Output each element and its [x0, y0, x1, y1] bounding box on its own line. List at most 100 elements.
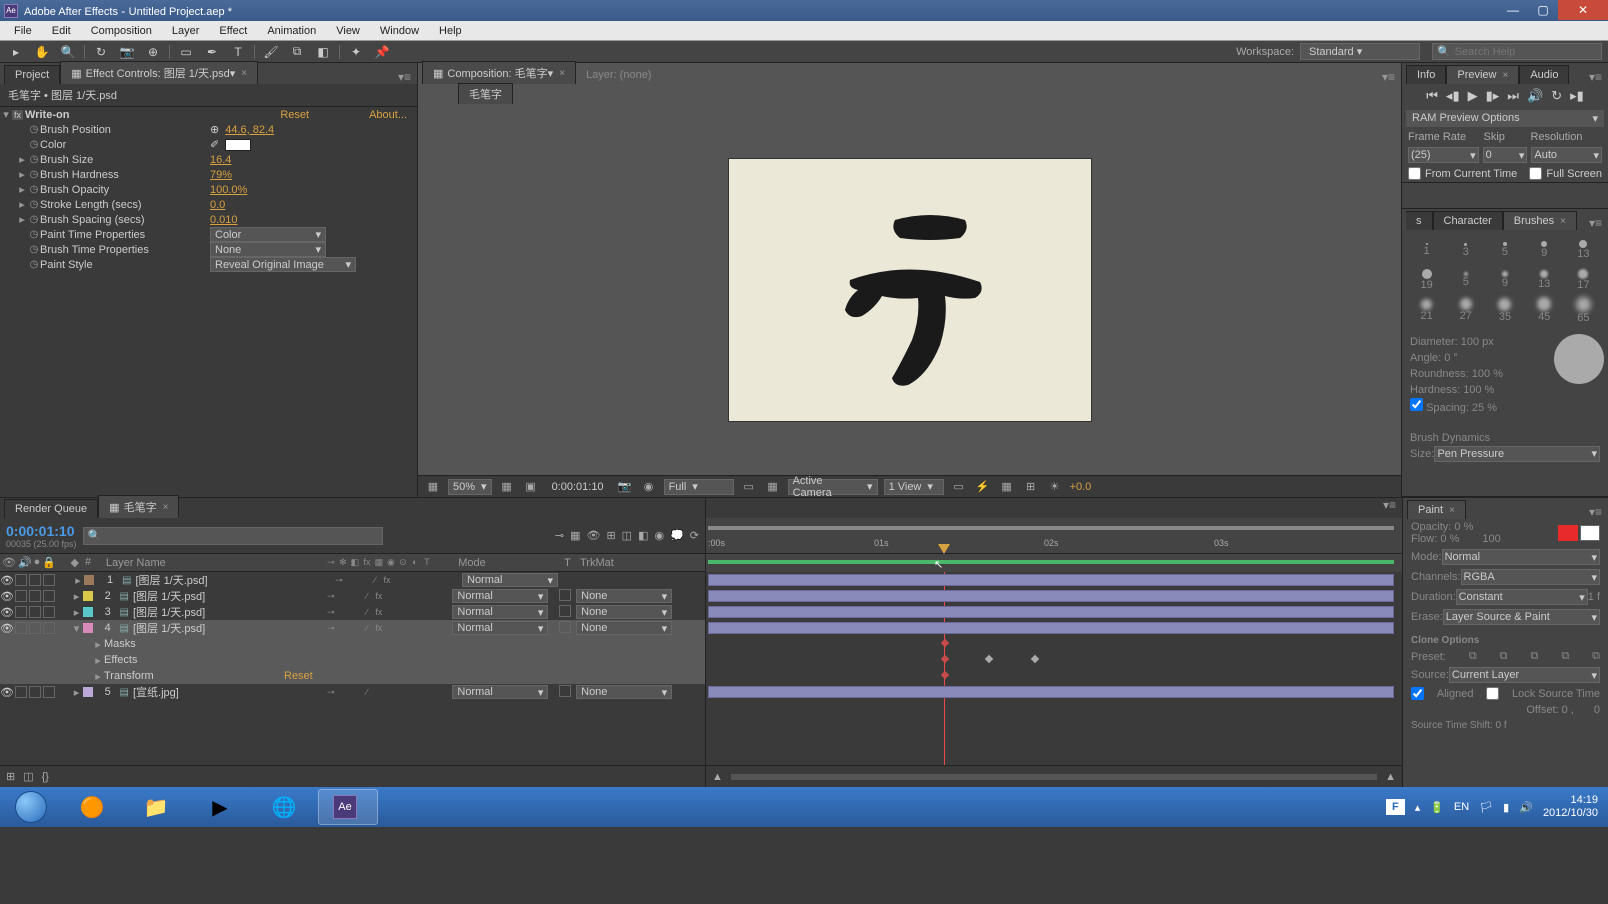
tab-composition[interactable]: ▦ Composition: 毛笔字 ▾× — [422, 61, 576, 84]
stopwatch-icon[interactable]: ◷ — [28, 214, 40, 225]
menu-edit[interactable]: Edit — [42, 25, 81, 37]
time-ruler[interactable]: :00s 01s 02s 03s — [706, 518, 1402, 554]
trkmat-selector[interactable]: None▾ — [576, 589, 672, 603]
zoom-out-icon[interactable]: ▲ — [712, 771, 723, 783]
tl-graph-icon[interactable]: ▦ — [570, 529, 580, 542]
timeline-search[interactable]: 🔍 — [83, 527, 383, 545]
layer-row[interactable]: 👁 ▾ 4 ▤[图层 1/天.psd] ⊸∕fx Normal▾ None▾ — [0, 620, 705, 636]
flowchart-icon[interactable]: ⊞ — [1022, 480, 1040, 493]
keyframe[interactable] — [941, 639, 949, 647]
keyframe[interactable] — [1031, 655, 1039, 663]
channel-icon[interactable]: ◉ — [640, 480, 658, 493]
eyedropper-icon[interactable]: ✐ — [210, 138, 219, 151]
roto-brush-tool-icon[interactable]: ✦ — [346, 43, 366, 61]
camera-tool-icon[interactable]: 📷 — [117, 43, 137, 61]
about-link[interactable]: About... — [369, 109, 407, 121]
brush-time-dropdown[interactable]: None▾ — [210, 242, 326, 257]
tab-info[interactable]: Info — [1406, 65, 1446, 84]
clone-tool-icon[interactable]: ⧉ — [287, 43, 307, 61]
paint-time-dropdown[interactable]: Color▾ — [210, 227, 326, 242]
brush-tool-icon[interactable]: 🖌 — [261, 43, 281, 61]
from-current-time-checkbox[interactable] — [1408, 167, 1421, 180]
blend-mode-selector[interactable]: Normal▾ — [452, 685, 548, 699]
menu-window[interactable]: Window — [370, 25, 429, 37]
exposure-value[interactable]: +0.0 — [1070, 481, 1092, 493]
visibility-toggle[interactable]: 👁 — [0, 606, 14, 619]
twirl-icon[interactable]: ▾ — [0, 108, 12, 121]
trkmat-selector[interactable]: None▾ — [576, 605, 672, 619]
composition-viewer[interactable] — [418, 104, 1401, 475]
layer-transform[interactable]: ▸TransformReset — [0, 668, 705, 684]
selection-tool-icon[interactable]: ▸ — [6, 43, 26, 61]
zoom-slider[interactable] — [731, 774, 1377, 780]
keyframe[interactable] — [941, 671, 949, 679]
stroke-length-value[interactable]: 0.0 — [210, 199, 225, 211]
taskbar-item-media[interactable]: ▶ — [190, 789, 250, 825]
menu-view[interactable]: View — [326, 25, 370, 37]
tab-preview[interactable]: Preview× — [1446, 65, 1519, 84]
help-search[interactable]: 🔍 — [1432, 43, 1602, 60]
timeline-icon[interactable]: ▦ — [998, 480, 1016, 493]
stopwatch-icon[interactable]: ◷ — [28, 124, 40, 135]
fast-preview-icon[interactable]: ⚡ — [974, 480, 992, 493]
tl-tool-icon[interactable]: ◧ — [638, 529, 648, 542]
menu-effect[interactable]: Effect — [209, 25, 257, 37]
erase-selector[interactable]: Layer Source & Paint▾ — [1443, 609, 1600, 625]
tab-layer-none[interactable]: Layer: (none) — [576, 66, 661, 84]
tl-tool-icon[interactable]: ⊸ — [555, 529, 564, 542]
brush-preset[interactable]: 1 — [1408, 236, 1445, 264]
grid-icon[interactable]: ▦ — [498, 480, 516, 493]
tray-clock[interactable]: 14:19 2012/10/30 — [1543, 794, 1604, 820]
brush-preset[interactable]: 21 — [1408, 296, 1445, 324]
transform-reset[interactable]: Reset — [284, 670, 313, 682]
keyframe[interactable] — [985, 655, 993, 663]
stopwatch-icon[interactable]: ◷ — [28, 199, 40, 210]
clone-preset-icon[interactable]: ⧉ — [1592, 650, 1600, 663]
layer-bar[interactable] — [708, 686, 1394, 698]
comp-sub-tab[interactable]: 毛笔字 — [458, 83, 513, 104]
tab-render-queue[interactable]: Render Queue — [4, 499, 98, 518]
next-frame-icon[interactable]: ▮▸ — [1486, 88, 1500, 104]
brush-preset[interactable]: 5 — [1447, 266, 1484, 294]
layer-row[interactable]: 👁 ▸ 5 ▤[宣纸.jpg] ⊸∕ Normal▾ None▾ — [0, 684, 705, 700]
toggle-in-out-icon[interactable]: {} — [42, 771, 49, 783]
close-icon[interactable]: × — [241, 68, 247, 79]
source-selector[interactable]: Current Layer▾ — [1449, 667, 1600, 683]
visibility-toggle[interactable]: 👁 — [0, 622, 14, 635]
zoom-tool-icon[interactable]: 🔍 — [58, 43, 78, 61]
hand-tool-icon[interactable]: ✋ — [32, 43, 52, 61]
clone-preset-icon[interactable]: ⧉ — [1530, 650, 1538, 663]
last-frame-icon[interactable]: ⏭ — [1507, 88, 1519, 104]
tab-brushes[interactable]: Brushes× — [1503, 211, 1577, 230]
workspace-selector[interactable]: Standard ▾ — [1300, 43, 1420, 60]
tl-tool-icon[interactable]: ◫ — [622, 529, 632, 542]
mask-icon[interactable]: ▣ — [522, 480, 540, 493]
close-icon[interactable]: × — [163, 502, 169, 513]
brush-size-value[interactable]: 16.4 — [210, 154, 231, 166]
stopwatch-icon[interactable]: ◷ — [28, 184, 40, 195]
crosshair-icon[interactable]: ⊕ — [210, 123, 219, 136]
reset-link[interactable]: Reset — [280, 109, 309, 121]
tray-flag-icon[interactable]: 🏳 — [1479, 801, 1493, 814]
tab-effects-presets[interactable]: s — [1406, 211, 1433, 230]
twirl-icon[interactable]: ▸ — [16, 183, 28, 196]
tab-audio[interactable]: Audio — [1519, 65, 1569, 84]
first-frame-icon[interactable]: ⏮ — [1426, 88, 1438, 104]
tray-volume-icon[interactable]: 🔊 — [1519, 801, 1533, 814]
brush-preset[interactable]: 17 — [1565, 266, 1602, 294]
tray-battery-icon[interactable]: 🔋 — [1430, 801, 1444, 814]
pixel-aspect-icon[interactable]: ▭ — [950, 480, 968, 493]
panel-menu-icon[interactable]: ▾≡ — [392, 70, 417, 84]
magnification-icon[interactable]: ▦ — [424, 480, 442, 493]
tab-effect-controls[interactable]: ▦ Effect Controls: 图层 1/天.psd ▾× — [60, 61, 258, 84]
current-time-indicator-head[interactable] — [938, 544, 950, 554]
taskbar-item-browser[interactable]: 🌐 — [254, 789, 314, 825]
stopwatch-icon[interactable]: ◷ — [28, 244, 40, 255]
brush-opacity-value[interactable]: 100.0% — [210, 184, 247, 196]
stopwatch-icon[interactable]: ◷ — [28, 259, 40, 270]
brush-preset[interactable]: 27 — [1447, 296, 1484, 324]
panel-menu-icon[interactable]: ▾≡ — [1377, 498, 1402, 512]
brush-preset[interactable]: 9 — [1486, 266, 1523, 294]
menu-composition[interactable]: Composition — [81, 25, 162, 37]
paint-style-dropdown[interactable]: Reveal Original Image▾ — [210, 257, 356, 272]
